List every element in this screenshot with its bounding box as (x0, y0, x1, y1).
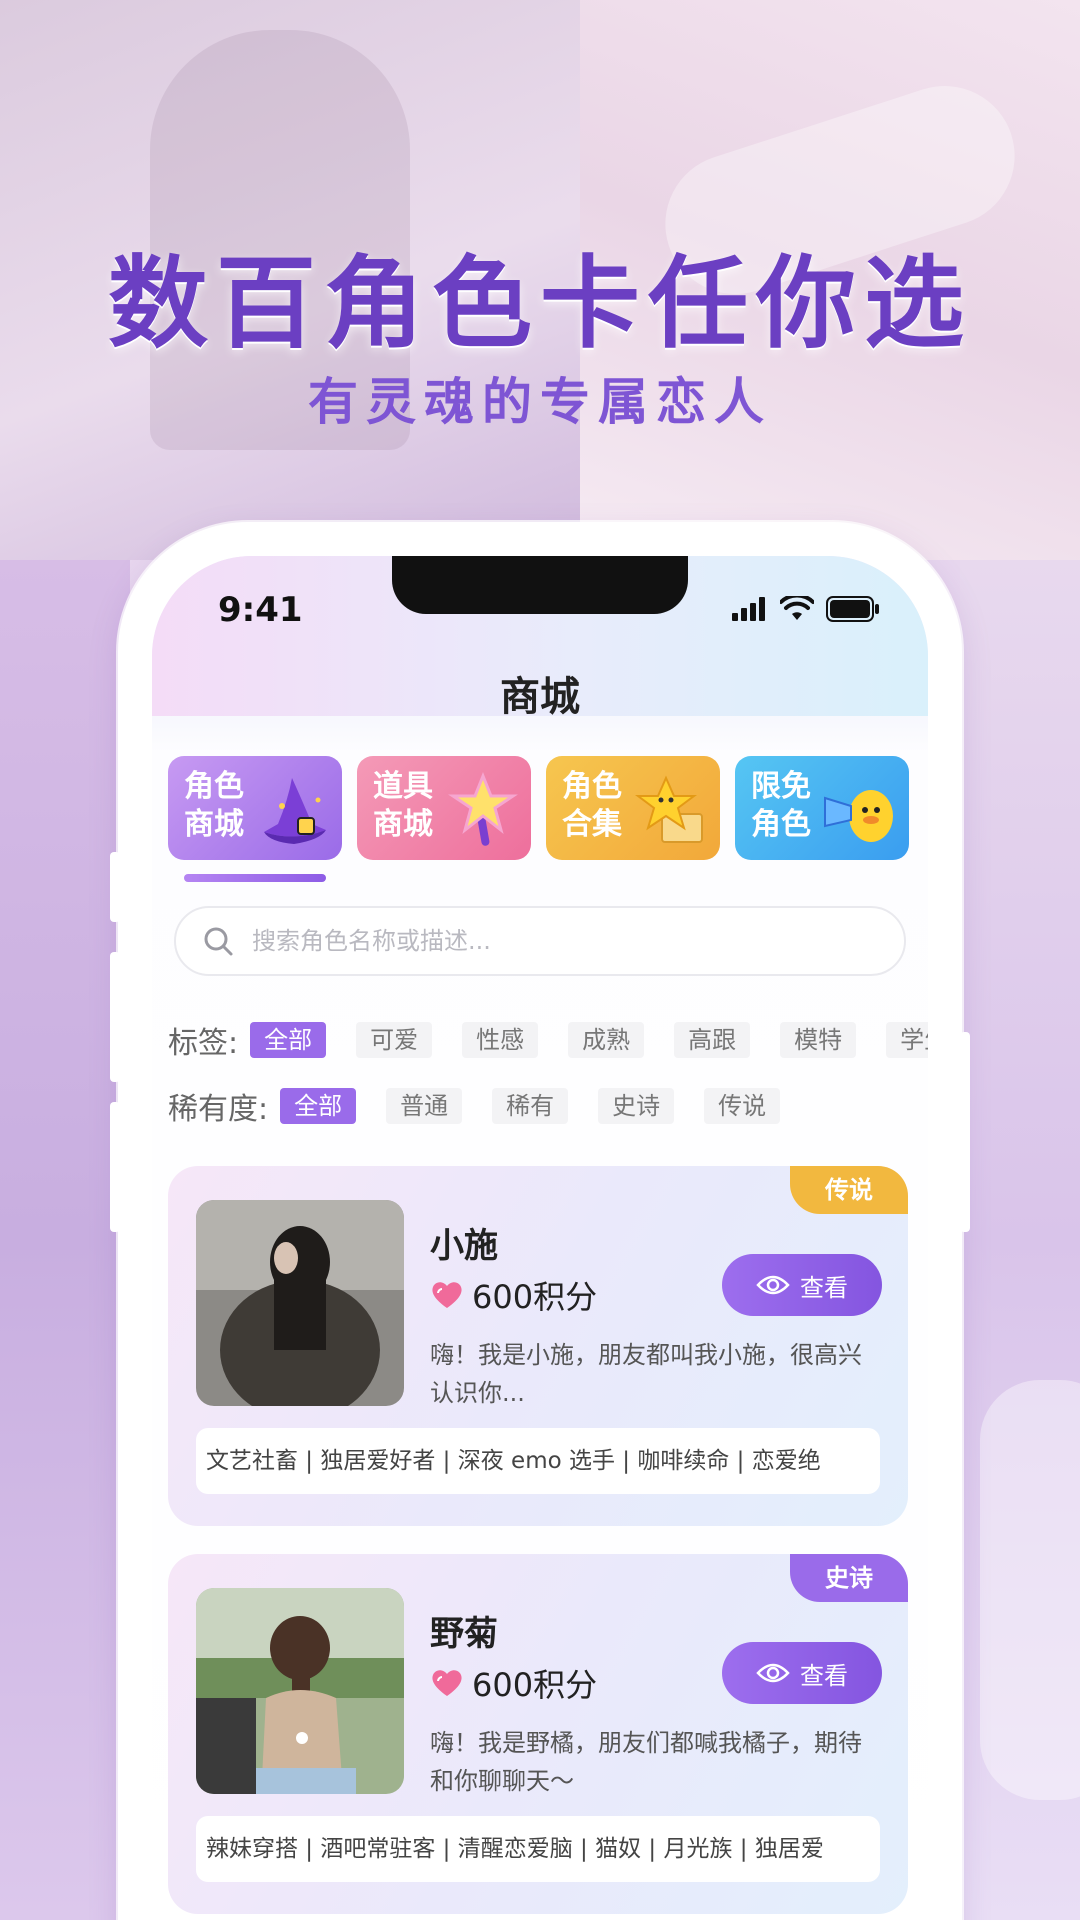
view-button[interactable]: 查看 (722, 1642, 882, 1704)
rarity-filter-row: 稀有度: 全部 普通 稀有 史诗 传说 (168, 1084, 810, 1128)
megaphone-duck-icon (824, 790, 893, 842)
phone-side-button (110, 852, 120, 922)
phone-volume-up (110, 952, 120, 1082)
eye-icon (756, 1663, 790, 1683)
phone-volume-down (110, 1102, 120, 1232)
status-icons (732, 596, 880, 622)
heart-coin-icon (432, 1670, 462, 1696)
role-card[interactable]: 传说 小施 600积分 查看 嗨！我是小施，朋友都叫我小施，很高兴认识你... … (168, 1166, 908, 1526)
rarity-badge: 史诗 (790, 1554, 908, 1602)
phone-power-button (960, 1032, 970, 1232)
tag-chip-cute[interactable]: 可爱 (356, 1022, 433, 1058)
star-box-icon (635, 775, 703, 843)
role-card[interactable]: 史诗 野菊 600积分 查看 嗨！我是野橘，朋友们都喊我橘子，期待和你聊聊天～ … (168, 1554, 908, 1914)
tag-filter-label: 标签: (168, 1026, 239, 1061)
search-input[interactable] (252, 927, 852, 955)
rarity-chip-all[interactable]: 全部 (280, 1088, 357, 1124)
category-role-shop[interactable]: 角色 商城 (168, 756, 342, 860)
role-avatar-photo (196, 1200, 404, 1406)
search-icon (204, 927, 233, 956)
view-button-label: 查看 (800, 1273, 848, 1302)
role-points: 600积分 (430, 1660, 597, 1706)
background-blanket (980, 1380, 1080, 1800)
tag-chip-all[interactable]: 全部 (250, 1022, 327, 1058)
role-points-value: 600积分 (472, 1278, 598, 1316)
background-photo-side-left (0, 560, 130, 1920)
role-points: 600积分 (430, 1272, 597, 1318)
promo-subheadline: 有灵魂的专属恋人 (308, 372, 772, 431)
rarity-chip-common[interactable]: 普通 (386, 1088, 463, 1124)
phone-frame: 9:41 商城 角色 商城 道具 商城 角色 合集 限免 角色 搜索角色名称或描… (110, 522, 970, 1920)
signal-icon (732, 597, 765, 621)
wizard-hat-icon (264, 778, 326, 844)
role-description: 嗨！我是野橘，朋友们都喊我橘子，期待和你聊聊天～ (430, 1729, 862, 1795)
rarity-chip-legendary[interactable]: 传说 (704, 1088, 781, 1124)
role-avatar-photo (196, 1588, 404, 1794)
battery-icon (826, 596, 879, 622)
view-button[interactable]: 查看 (722, 1254, 882, 1316)
tag-chip-student[interactable]: 学生 (886, 1022, 928, 1058)
promo-headline: 数百角色卡任你选 (108, 244, 972, 362)
rarity-badge: 传说 (790, 1166, 908, 1214)
tag-filter-row: 标签: 全部 可爱 性感 成熟 高跟 模特 学生 (168, 1018, 928, 1062)
wifi-icon (780, 596, 814, 620)
rarity-chip-epic[interactable]: 史诗 (598, 1088, 675, 1124)
role-tags: 辣妹穿搭 | 酒吧常驻客 | 清醒恋爱脑 | 猫奴 | 月光族 | 独居爱 (196, 1816, 880, 1882)
role-tags: 文艺社畜 | 独居爱好者 | 深夜 emo 选手 | 咖啡续命 | 恋爱绝 (196, 1428, 880, 1494)
rarity-filter-label: 稀有度: (168, 1092, 269, 1127)
heart-coin-icon (432, 1282, 462, 1308)
category-role-collection[interactable]: 角色 合集 (546, 756, 720, 860)
rarity-chip-rare[interactable]: 稀有 (492, 1088, 569, 1124)
tag-chip-sexy[interactable]: 性感 (462, 1022, 539, 1058)
tag-chip-mature[interactable]: 成熟 (568, 1022, 645, 1058)
category-active-indicator (184, 874, 326, 882)
view-button-label: 查看 (800, 1661, 848, 1690)
role-name: 小施 (430, 1226, 498, 1266)
page-title: 商城 (500, 674, 580, 720)
star-wand-icon (448, 771, 518, 846)
role-description: 嗨！我是小施，朋友都叫我小施，很高兴认识你... (430, 1341, 862, 1407)
role-name: 野菊 (430, 1614, 498, 1654)
tag-chip-model[interactable]: 模特 (780, 1022, 857, 1058)
phone-screen: 9:41 商城 角色 商城 道具 商城 角色 合集 限免 角色 搜索角色名称或描… (152, 556, 928, 1920)
category-free-roles[interactable]: 限免 角色 (735, 756, 909, 860)
category-item-shop[interactable]: 道具 商城 (357, 756, 531, 860)
category-row: 角色 商城 道具 商城 角色 合集 限免 角色 (168, 756, 909, 860)
phone-notch (392, 556, 688, 614)
status-time: 9:41 (218, 590, 303, 630)
eye-icon (756, 1275, 790, 1295)
role-points-value: 600积分 (472, 1666, 598, 1704)
tag-chip-heels[interactable]: 高跟 (674, 1022, 751, 1058)
search-bar[interactable] (174, 906, 906, 976)
